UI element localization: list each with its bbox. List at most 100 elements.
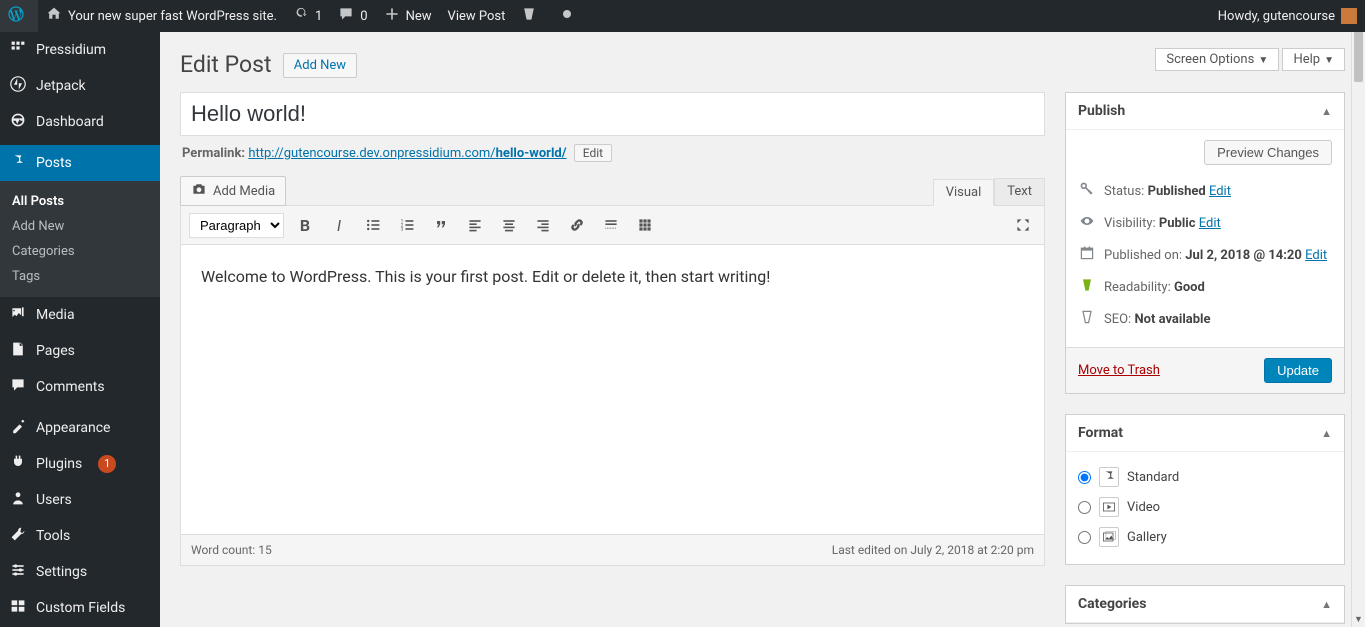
- categories-header[interactable]: Categories▲: [1066, 586, 1344, 623]
- submenu-all-posts[interactable]: All Posts: [0, 189, 160, 214]
- permalink-edit-button[interactable]: Edit: [574, 144, 612, 162]
- admin-bar: Your new super fast WordPress site. 1 0 …: [0, 0, 1365, 32]
- more-button[interactable]: [598, 212, 624, 238]
- view-post-label: View Post: [448, 9, 506, 24]
- sidebar-item-jetpack[interactable]: Jetpack: [0, 68, 160, 104]
- date-edit-link[interactable]: Edit: [1305, 248, 1327, 263]
- sidebar-label: Posts: [36, 155, 72, 171]
- move-to-trash-link[interactable]: Move to Trash: [1078, 363, 1160, 378]
- site-name-menu[interactable]: Your new super fast WordPress site.: [38, 0, 285, 32]
- format-radio-gallery[interactable]: [1078, 531, 1091, 544]
- sidebar-item-appearance[interactable]: Appearance: [0, 410, 160, 446]
- format-label: Video: [1127, 500, 1160, 515]
- custom-fields-icon: [10, 598, 26, 618]
- settings-icon: [10, 562, 26, 582]
- screen-options-button[interactable]: Screen Options▼: [1155, 48, 1279, 71]
- yoast-readability-icon: [1078, 277, 1096, 297]
- posts-submenu: All Posts Add New Categories Tags: [0, 181, 160, 297]
- number-list-button[interactable]: 123: [394, 212, 420, 238]
- dashboard-icon: [10, 112, 26, 132]
- align-left-button[interactable]: [462, 212, 488, 238]
- pin-icon: [1099, 467, 1119, 487]
- quote-button[interactable]: [428, 212, 454, 238]
- window-scrollbar[interactable]: ▲ ▼: [1351, 0, 1365, 627]
- comment-icon: [10, 377, 26, 397]
- add-media-button[interactable]: Add Media: [180, 176, 286, 206]
- account-menu[interactable]: Howdy, gutencourse: [1210, 0, 1365, 32]
- align-center-button[interactable]: [496, 212, 522, 238]
- chevron-down-icon: ▼: [1324, 55, 1334, 66]
- submenu-add-new[interactable]: Add New: [0, 214, 160, 239]
- format-gallery[interactable]: Gallery: [1078, 522, 1332, 552]
- plugins-badge: 1: [98, 455, 116, 473]
- home-icon: [46, 6, 62, 26]
- calendar-icon: [1078, 245, 1096, 265]
- format-select[interactable]: Paragraph: [189, 213, 284, 238]
- format-standard[interactable]: Standard: [1078, 462, 1332, 492]
- submenu-tags[interactable]: Tags: [0, 264, 160, 289]
- sidebar-item-media[interactable]: Media: [0, 297, 160, 333]
- sidebar-item-pages[interactable]: Pages: [0, 333, 160, 369]
- wp-logo-menu[interactable]: [0, 0, 38, 32]
- yoast-menu[interactable]: [513, 0, 551, 32]
- align-right-button[interactable]: [530, 212, 556, 238]
- add-new-button[interactable]: Add New: [283, 53, 357, 78]
- gallery-icon: [1099, 527, 1119, 547]
- sidebar-item-posts[interactable]: Posts: [0, 145, 160, 181]
- bold-button[interactable]: B: [292, 212, 318, 238]
- post-content-editor[interactable]: Welcome to WordPress. This is your first…: [180, 245, 1045, 535]
- video-icon: [1099, 497, 1119, 517]
- format-radio-standard[interactable]: [1078, 471, 1091, 484]
- readability-value: Good: [1174, 280, 1205, 295]
- sidebar-item-comments[interactable]: Comments: [0, 369, 160, 405]
- format-video[interactable]: Video: [1078, 492, 1332, 522]
- screen-options-label: Screen Options: [1166, 52, 1254, 67]
- sidebar-item-settings[interactable]: Settings: [0, 554, 160, 590]
- help-button[interactable]: Help▼: [1282, 48, 1345, 71]
- tab-text[interactable]: Text: [994, 178, 1045, 205]
- appearance-icon: [10, 418, 26, 438]
- format-label: Standard: [1127, 470, 1179, 485]
- sidebar-item-users[interactable]: Users: [0, 482, 160, 518]
- key-icon: [1078, 181, 1096, 201]
- italic-button[interactable]: I: [326, 212, 352, 238]
- sidebar-item-pressidium[interactable]: Pressidium: [0, 32, 160, 68]
- format-radio-video[interactable]: [1078, 501, 1091, 514]
- preview-changes-button[interactable]: Preview Changes: [1204, 140, 1332, 165]
- users-icon: [10, 490, 26, 510]
- link-button[interactable]: [564, 212, 590, 238]
- chevron-up-icon: ▲: [1321, 598, 1332, 611]
- sidebar-item-plugins[interactable]: Plugins1: [0, 446, 160, 482]
- new-content-menu[interactable]: New: [376, 0, 440, 32]
- sidebar-label: Media: [36, 307, 75, 323]
- post-title-input[interactable]: [180, 92, 1045, 136]
- readability-label: Readability:: [1104, 280, 1171, 295]
- visibility-label: Visibility:: [1104, 216, 1156, 231]
- permalink-label: Permalink:: [182, 146, 245, 161]
- status-edit-link[interactable]: Edit: [1209, 184, 1231, 199]
- sidebar-label: Users: [36, 492, 72, 508]
- sidebar-item-tools[interactable]: Tools: [0, 518, 160, 554]
- comments-menu[interactable]: 0: [330, 0, 375, 32]
- submenu-categories[interactable]: Categories: [0, 239, 160, 264]
- tab-visual[interactable]: Visual: [933, 179, 995, 206]
- toolbar-toggle-button[interactable]: [632, 212, 658, 238]
- seo-label: SEO:: [1104, 312, 1131, 327]
- format-header[interactable]: Format▲: [1066, 415, 1344, 452]
- publish-metabox: Publish▲ Preview Changes Status: Publish…: [1065, 92, 1345, 394]
- view-post-link[interactable]: View Post: [440, 0, 514, 32]
- sidebar-item-custom-fields[interactable]: Custom Fields: [0, 590, 160, 626]
- permalink-link[interactable]: http://gutencourse.dev.onpressidium.com/…: [248, 146, 566, 161]
- bullet-list-button[interactable]: [360, 212, 386, 238]
- status-value: Published: [1148, 184, 1206, 199]
- visibility-edit-link[interactable]: Edit: [1199, 216, 1221, 231]
- date-value: Jul 2, 2018 @ 14:20: [1185, 248, 1302, 263]
- fullscreen-button[interactable]: [1010, 212, 1036, 238]
- sidebar-item-dashboard[interactable]: Dashboard: [0, 104, 160, 140]
- extra-menu[interactable]: [551, 0, 589, 32]
- yoast-seo-icon: [1078, 309, 1096, 329]
- update-button[interactable]: Update: [1264, 358, 1332, 383]
- updates-menu[interactable]: 1: [285, 0, 330, 32]
- admin-sidebar: Pressidium Jetpack Dashboard Posts All P…: [0, 32, 160, 627]
- publish-header[interactable]: Publish▲: [1066, 93, 1344, 130]
